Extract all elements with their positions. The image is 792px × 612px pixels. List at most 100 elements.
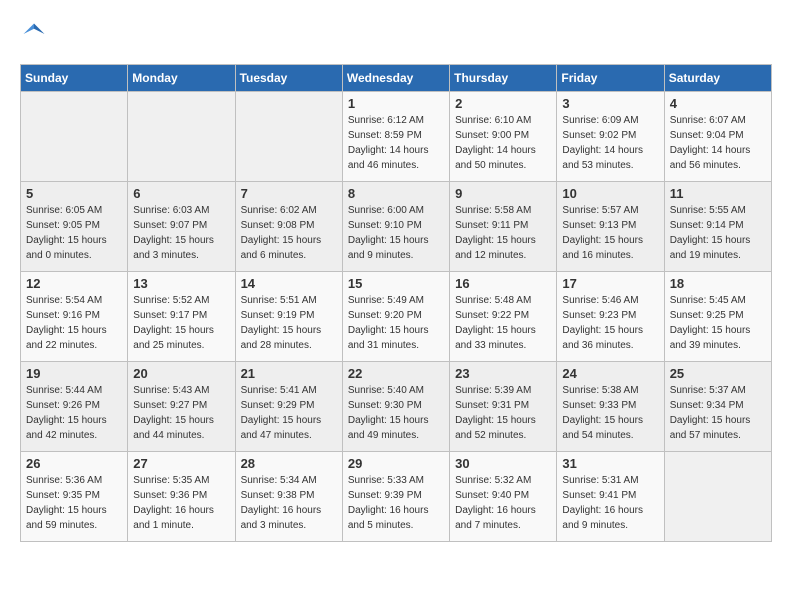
logo-icon	[20, 20, 48, 48]
day-info: Sunrise: 5:41 AMSunset: 9:29 PMDaylight:…	[241, 383, 337, 443]
day-number: 18	[670, 276, 766, 291]
day-info: Sunrise: 5:37 AMSunset: 9:34 PMDaylight:…	[670, 383, 766, 443]
day-info: Sunrise: 5:32 AMSunset: 9:40 PMDaylight:…	[455, 473, 551, 533]
day-number: 21	[241, 366, 337, 381]
day-number: 13	[133, 276, 229, 291]
page-header	[20, 20, 772, 48]
day-number: 27	[133, 456, 229, 471]
day-info: Sunrise: 5:33 AMSunset: 9:39 PMDaylight:…	[348, 473, 444, 533]
weekday-header-sunday: Sunday	[21, 65, 128, 92]
weekday-header-friday: Friday	[557, 65, 664, 92]
day-info: Sunrise: 6:00 AMSunset: 9:10 PMDaylight:…	[348, 203, 444, 263]
day-number: 9	[455, 186, 551, 201]
day-info: Sunrise: 6:12 AMSunset: 8:59 PMDaylight:…	[348, 113, 444, 173]
weekday-header-wednesday: Wednesday	[342, 65, 449, 92]
calendar-cell	[128, 92, 235, 182]
calendar-week-4: 19 Sunrise: 5:44 AMSunset: 9:26 PMDayligh…	[21, 362, 772, 452]
calendar-cell: 26 Sunrise: 5:36 AMSunset: 9:35 PMDayligh…	[21, 452, 128, 542]
day-number: 30	[455, 456, 551, 471]
calendar-cell: 15 Sunrise: 5:49 AMSunset: 9:20 PMDayligh…	[342, 272, 449, 362]
calendar-cell: 6Sunrise: 6:03 AMSunset: 9:07 PMDaylight…	[128, 182, 235, 272]
day-number: 15	[348, 276, 444, 291]
calendar-week-3: 12 Sunrise: 5:54 AMSunset: 9:16 PMDayligh…	[21, 272, 772, 362]
logo	[20, 20, 52, 48]
calendar-cell: 13 Sunrise: 5:52 AMSunset: 9:17 PMDayligh…	[128, 272, 235, 362]
calendar-cell: 11 Sunrise: 5:55 AMSunset: 9:14 PMDayligh…	[664, 182, 771, 272]
calendar-cell: 24 Sunrise: 5:38 AMSunset: 9:33 PMDayligh…	[557, 362, 664, 452]
day-number: 28	[241, 456, 337, 471]
day-info: Sunrise: 5:55 AMSunset: 9:14 PMDaylight:…	[670, 203, 766, 263]
calendar-cell	[664, 452, 771, 542]
calendar-cell: 8 Sunrise: 6:00 AMSunset: 9:10 PMDaylight…	[342, 182, 449, 272]
day-number: 12	[26, 276, 122, 291]
day-number: 20	[133, 366, 229, 381]
day-number: 11	[670, 186, 766, 201]
day-info: Sunrise: 5:35 AMSunset: 9:36 PMDaylight:…	[133, 473, 229, 533]
day-info: Sunrise: 6:02 AMSunset: 9:08 PMDaylight:…	[241, 203, 337, 263]
day-info: Sunrise: 5:52 AMSunset: 9:17 PMDaylight:…	[133, 293, 229, 353]
day-number: 16	[455, 276, 551, 291]
day-number: 10	[562, 186, 658, 201]
day-number: 5	[26, 186, 122, 201]
calendar-cell: 21 Sunrise: 5:41 AMSunset: 9:29 PMDayligh…	[235, 362, 342, 452]
day-info: Sunrise: 5:38 AMSunset: 9:33 PMDaylight:…	[562, 383, 658, 443]
day-number: 8	[348, 186, 444, 201]
day-number: 19	[26, 366, 122, 381]
day-number: 23	[455, 366, 551, 381]
day-number: 7	[241, 186, 337, 201]
day-info: Sunrise: 6:05 AMSunset: 9:05 PMDaylight:…	[26, 203, 122, 263]
calendar-cell: 31Sunrise: 5:31 AMSunset: 9:41 PMDayligh…	[557, 452, 664, 542]
weekday-header-monday: Monday	[128, 65, 235, 92]
day-info: Sunrise: 5:58 AMSunset: 9:11 PMDaylight:…	[455, 203, 551, 263]
day-number: 24	[562, 366, 658, 381]
calendar-header-row: SundayMondayTuesdayWednesdayThursdayFrid…	[21, 65, 772, 92]
calendar-cell: 10 Sunrise: 5:57 AMSunset: 9:13 PMDayligh…	[557, 182, 664, 272]
day-info: Sunrise: 5:49 AMSunset: 9:20 PMDaylight:…	[348, 293, 444, 353]
calendar-cell: 28 Sunrise: 5:34 AMSunset: 9:38 PMDayligh…	[235, 452, 342, 542]
day-info: Sunrise: 5:40 AMSunset: 9:30 PMDaylight:…	[348, 383, 444, 443]
day-number: 14	[241, 276, 337, 291]
day-info: Sunrise: 5:34 AMSunset: 9:38 PMDaylight:…	[241, 473, 337, 533]
day-info: Sunrise: 5:31 AMSunset: 9:41 PMDaylight:…	[562, 473, 658, 533]
calendar-cell: 17 Sunrise: 5:46 AMSunset: 9:23 PMDayligh…	[557, 272, 664, 362]
calendar-cell: 7 Sunrise: 6:02 AMSunset: 9:08 PMDaylight…	[235, 182, 342, 272]
calendar-cell: 16 Sunrise: 5:48 AMSunset: 9:22 PMDayligh…	[450, 272, 557, 362]
calendar-cell: 3Sunrise: 6:09 AMSunset: 9:02 PMDaylight…	[557, 92, 664, 182]
day-info: Sunrise: 5:44 AMSunset: 9:26 PMDaylight:…	[26, 383, 122, 443]
calendar-cell: 5 Sunrise: 6:05 AMSunset: 9:05 PMDaylight…	[21, 182, 128, 272]
day-info: Sunrise: 5:45 AMSunset: 9:25 PMDaylight:…	[670, 293, 766, 353]
day-info: Sunrise: 5:43 AMSunset: 9:27 PMDaylight:…	[133, 383, 229, 443]
calendar-cell: 27 Sunrise: 5:35 AMSunset: 9:36 PMDayligh…	[128, 452, 235, 542]
calendar-week-2: 5 Sunrise: 6:05 AMSunset: 9:05 PMDaylight…	[21, 182, 772, 272]
day-number: 22	[348, 366, 444, 381]
weekday-header-saturday: Saturday	[664, 65, 771, 92]
day-number: 17	[562, 276, 658, 291]
day-number: 26	[26, 456, 122, 471]
day-number: 29	[348, 456, 444, 471]
calendar-cell: 23 Sunrise: 5:39 AMSunset: 9:31 PMDayligh…	[450, 362, 557, 452]
calendar-cell: 19 Sunrise: 5:44 AMSunset: 9:26 PMDayligh…	[21, 362, 128, 452]
day-info: Sunrise: 5:36 AMSunset: 9:35 PMDaylight:…	[26, 473, 122, 533]
day-info: Sunrise: 5:48 AMSunset: 9:22 PMDaylight:…	[455, 293, 551, 353]
day-info: Sunrise: 5:51 AMSunset: 9:19 PMDaylight:…	[241, 293, 337, 353]
day-info: Sunrise: 5:46 AMSunset: 9:23 PMDaylight:…	[562, 293, 658, 353]
day-number: 2	[455, 96, 551, 111]
calendar-cell	[235, 92, 342, 182]
day-info: Sunrise: 5:57 AMSunset: 9:13 PMDaylight:…	[562, 203, 658, 263]
calendar-cell	[21, 92, 128, 182]
calendar-week-1: 1Sunrise: 6:12 AMSunset: 8:59 PMDaylight…	[21, 92, 772, 182]
calendar-cell: 4Sunrise: 6:07 AMSunset: 9:04 PMDaylight…	[664, 92, 771, 182]
calendar-table: SundayMondayTuesdayWednesdayThursdayFrid…	[20, 64, 772, 542]
day-info: Sunrise: 5:39 AMSunset: 9:31 PMDaylight:…	[455, 383, 551, 443]
calendar-cell: 20 Sunrise: 5:43 AMSunset: 9:27 PMDayligh…	[128, 362, 235, 452]
calendar-cell: 12 Sunrise: 5:54 AMSunset: 9:16 PMDayligh…	[21, 272, 128, 362]
calendar-cell: 22 Sunrise: 5:40 AMSunset: 9:30 PMDayligh…	[342, 362, 449, 452]
calendar-cell: 25 Sunrise: 5:37 AMSunset: 9:34 PMDayligh…	[664, 362, 771, 452]
calendar-cell: 29 Sunrise: 5:33 AMSunset: 9:39 PMDayligh…	[342, 452, 449, 542]
calendar-week-5: 26 Sunrise: 5:36 AMSunset: 9:35 PMDayligh…	[21, 452, 772, 542]
day-info: Sunrise: 6:07 AMSunset: 9:04 PMDaylight:…	[670, 113, 766, 173]
day-info: Sunrise: 5:54 AMSunset: 9:16 PMDaylight:…	[26, 293, 122, 353]
calendar-cell: 1Sunrise: 6:12 AMSunset: 8:59 PMDaylight…	[342, 92, 449, 182]
day-number: 25	[670, 366, 766, 381]
calendar-cell: 18 Sunrise: 5:45 AMSunset: 9:25 PMDayligh…	[664, 272, 771, 362]
